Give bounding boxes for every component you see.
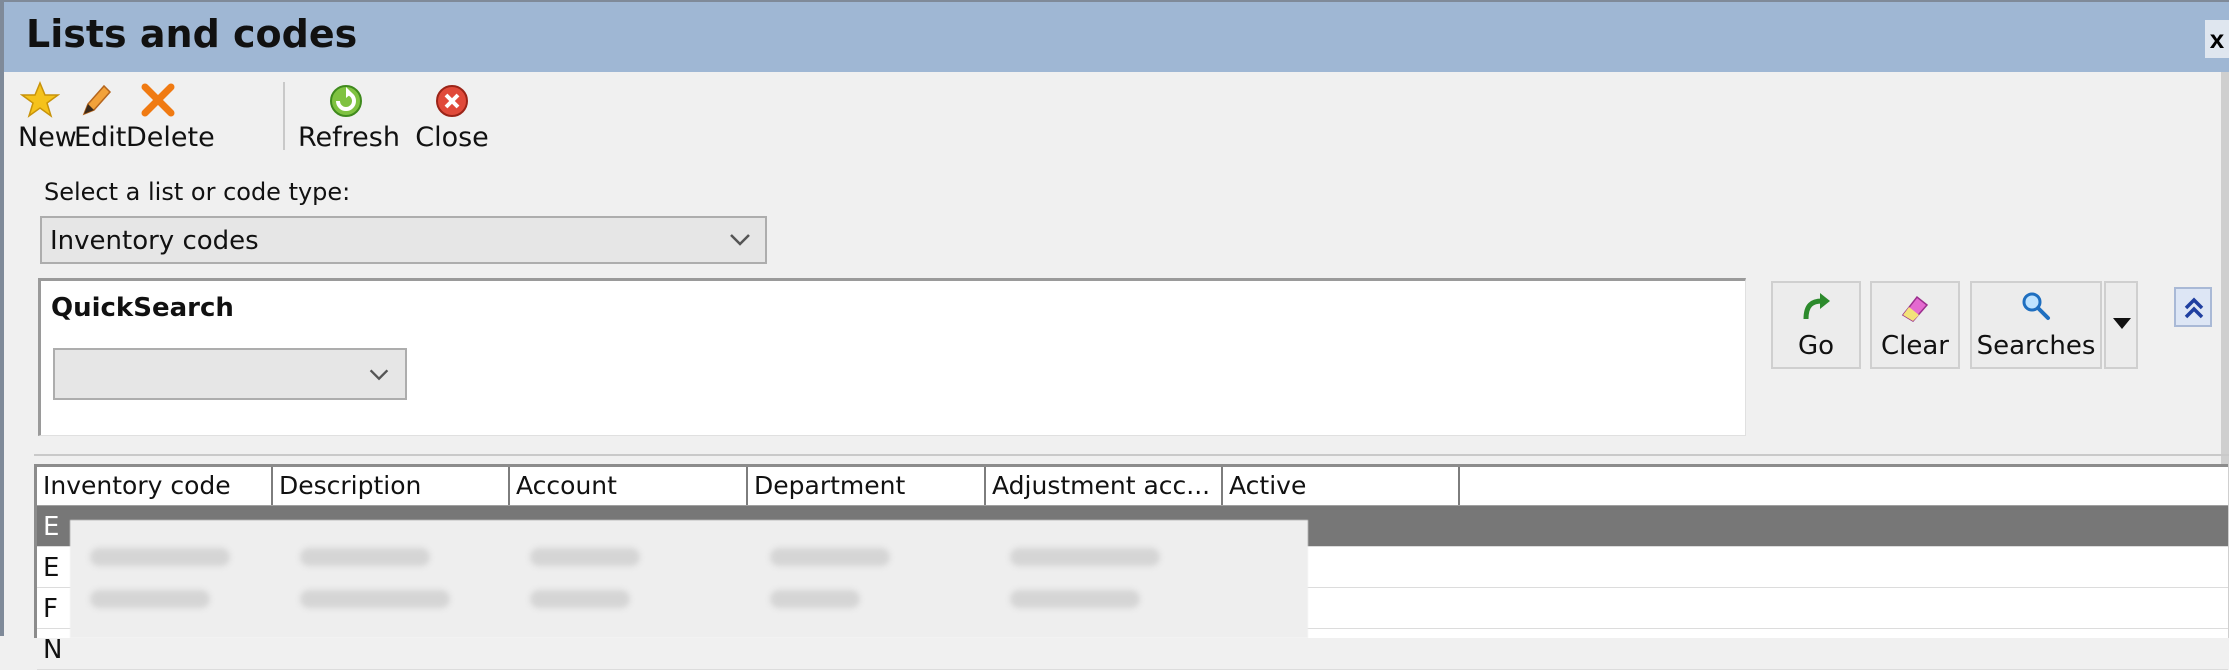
delete-button[interactable]: Delete [126, 76, 215, 154]
list-type-label: Select a list or code type: [44, 178, 351, 206]
blurred-text [90, 548, 230, 566]
go-button[interactable]: Go [1771, 281, 1861, 369]
searches-dropdown-button[interactable] [2104, 281, 2138, 369]
column-header-active[interactable]: Active [1223, 467, 1460, 505]
blurred-text [770, 548, 890, 566]
window-title: Lists and codes [26, 12, 358, 56]
searches-label: Searches [1976, 331, 2096, 361]
star-icon [20, 81, 60, 118]
edit-button[interactable]: Edit [74, 76, 127, 154]
eraser-icon [1901, 295, 1929, 322]
grid-header: Inventory code Description Account Depar… [37, 467, 2228, 506]
column-header-account[interactable]: Account [510, 467, 748, 505]
column-header-adjustment-account[interactable]: Adjustment acc... [986, 467, 1223, 505]
blurred-text [1010, 548, 1160, 566]
blurred-text [770, 590, 860, 608]
column-header-description[interactable]: Description [273, 467, 510, 505]
magnifier-icon [2022, 292, 2050, 320]
pencil-icon [82, 84, 112, 116]
chevron-down-icon [730, 234, 750, 246]
list-type-select[interactable]: Inventory codes [40, 216, 767, 264]
list-type-value: Inventory codes [50, 226, 259, 256]
go-arrow-icon [1803, 293, 1830, 320]
clear-button[interactable]: Clear [1870, 281, 1960, 369]
lists-and-codes-window: Lists and codes x New Edit Delete Refres… [0, 0, 2229, 670]
cell-inventory-code: E [43, 512, 60, 542]
quicksearch-panel: QuickSearch [38, 278, 1746, 436]
blurred-text [300, 548, 430, 566]
cell-inventory-code: N [43, 635, 63, 665]
close-label: Close [415, 122, 489, 153]
toolbar-separator [283, 82, 285, 150]
close-circle-icon [436, 85, 468, 117]
delete-label: Delete [126, 122, 215, 153]
blurred-text [530, 590, 630, 608]
cell-inventory-code: F [43, 594, 58, 624]
splitter[interactable] [34, 454, 2229, 456]
new-button[interactable]: New [18, 76, 77, 154]
caret-down-icon [2113, 318, 2131, 329]
refresh-icon [330, 85, 362, 117]
edit-label: Edit [74, 122, 127, 153]
column-header-inventory-code[interactable]: Inventory code [37, 467, 273, 505]
quicksearch-title: QuickSearch [51, 293, 234, 323]
double-chevron-up-icon [2184, 297, 2204, 319]
window-close-button[interactable]: x [2205, 20, 2229, 58]
blurred-text [90, 590, 210, 608]
column-header-department[interactable]: Department [748, 467, 986, 505]
close-button[interactable]: Close [414, 76, 490, 154]
delete-x-icon [141, 83, 175, 117]
blurred-text [300, 590, 450, 608]
title-bar: Lists and codes x [4, 2, 2229, 72]
clear-label: Clear [1881, 331, 1949, 361]
quicksearch-dropdown[interactable] [53, 348, 407, 400]
new-label: New [18, 122, 77, 153]
refresh-label: Refresh [298, 122, 400, 153]
searches-button[interactable]: Searches [1970, 281, 2102, 369]
blurred-text [1010, 590, 1140, 608]
chevron-down-icon [369, 369, 389, 381]
redacted-region [70, 520, 1308, 638]
cell-inventory-code: E [43, 553, 60, 583]
refresh-button[interactable]: Refresh [298, 76, 400, 154]
go-label: Go [1797, 331, 1835, 361]
blurred-text [530, 548, 640, 566]
collapse-panel-button[interactable] [2174, 287, 2212, 327]
